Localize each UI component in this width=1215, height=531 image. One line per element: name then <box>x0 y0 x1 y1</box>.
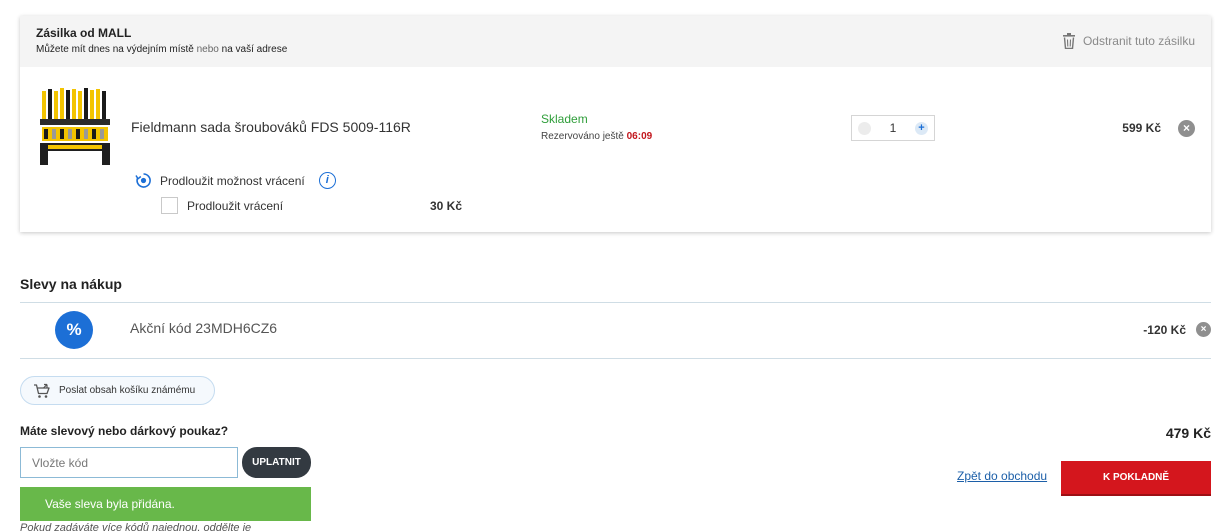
share-cart-label: Poslat obsah košíku známému <box>59 385 196 396</box>
discount-code-label: Akční kód 23MDH6CZ6 <box>130 320 278 336</box>
shipment-header: Zásilka od MALL Můžete mít dnes na výdej… <box>20 16 1211 67</box>
quantity-decrease-button[interactable] <box>858 122 871 135</box>
quantity-stepper: 1 + <box>851 115 935 141</box>
apply-voucher-button[interactable]: UPLATNIT <box>242 447 311 478</box>
back-to-shop-link[interactable]: Zpět do obchodu <box>957 469 1047 483</box>
checkout-button[interactable]: K POKLADNĚ <box>1061 461 1211 494</box>
shipment-title: Zásilka od MALL <box>36 26 132 40</box>
shipment-delivery-info: Můžete mít dnes na výdejním místě nebo n… <box>36 44 287 55</box>
percent-icon: % <box>55 311 93 349</box>
quantity-value[interactable]: 1 <box>888 121 898 135</box>
remove-shipment-button[interactable]: Odstranit tuto zásilku <box>1062 33 1195 49</box>
extend-return-checkbox[interactable] <box>161 197 178 214</box>
product-name-link[interactable]: Fieldmann sada šroubováků FDS 5009-116R <box>131 119 411 135</box>
divider <box>20 302 1211 303</box>
remove-discount-button[interactable]: × <box>1196 322 1211 337</box>
discount-amount: -120 Kč <box>1143 323 1186 337</box>
reservation-timer: Rezervováno ještě 06:09 <box>541 131 652 142</box>
reservation-label: Rezervováno ještě <box>541 131 624 142</box>
delivery-info-part3: na vaší adrese <box>221 44 288 55</box>
extend-return-label[interactable]: Prodloužit vrácení <box>187 199 283 213</box>
delivery-info-part1: Můžete mít dnes na výdejním místě <box>36 44 194 55</box>
stock-status: Skladem <box>541 112 588 126</box>
divider <box>20 358 1211 359</box>
remove-item-button[interactable]: × <box>1178 120 1195 137</box>
extend-return-price: 30 Kč <box>430 199 463 213</box>
quantity-increase-button[interactable]: + <box>915 122 928 135</box>
info-icon[interactable]: i <box>318 172 336 189</box>
item-price: 599 Kč <box>1122 121 1161 135</box>
delivery-info-or: nebo <box>196 44 219 55</box>
share-cart-button[interactable]: Poslat obsah košíku známému <box>20 376 215 405</box>
voucher-hint: Pokud zadáváte více kódů najednou, odděl… <box>20 522 252 531</box>
reservation-time: 06:09 <box>626 131 653 142</box>
trash-icon <box>1062 33 1075 49</box>
product-image[interactable] <box>36 85 114 167</box>
cart-share-icon <box>34 383 50 398</box>
voucher-question: Máte slevový nebo dárkový poukaz? <box>20 424 229 438</box>
extend-return-row: Prodloužit možnost vrácení i <box>135 172 336 189</box>
order-total: 479 Kč <box>1165 425 1211 441</box>
voucher-success-message: Vaše sleva byla přidána. <box>20 487 311 521</box>
voucher-code-input[interactable] <box>20 447 238 478</box>
discounts-title: Slevy na nákup <box>20 276 122 292</box>
extend-return-title: Prodloužit možnost vrácení <box>160 173 305 188</box>
return-extension-icon <box>135 173 151 188</box>
shipment-card: Zásilka od MALL Můžete mít dnes na výdej… <box>20 16 1211 232</box>
remove-shipment-label: Odstranit tuto zásilku <box>1082 34 1195 48</box>
